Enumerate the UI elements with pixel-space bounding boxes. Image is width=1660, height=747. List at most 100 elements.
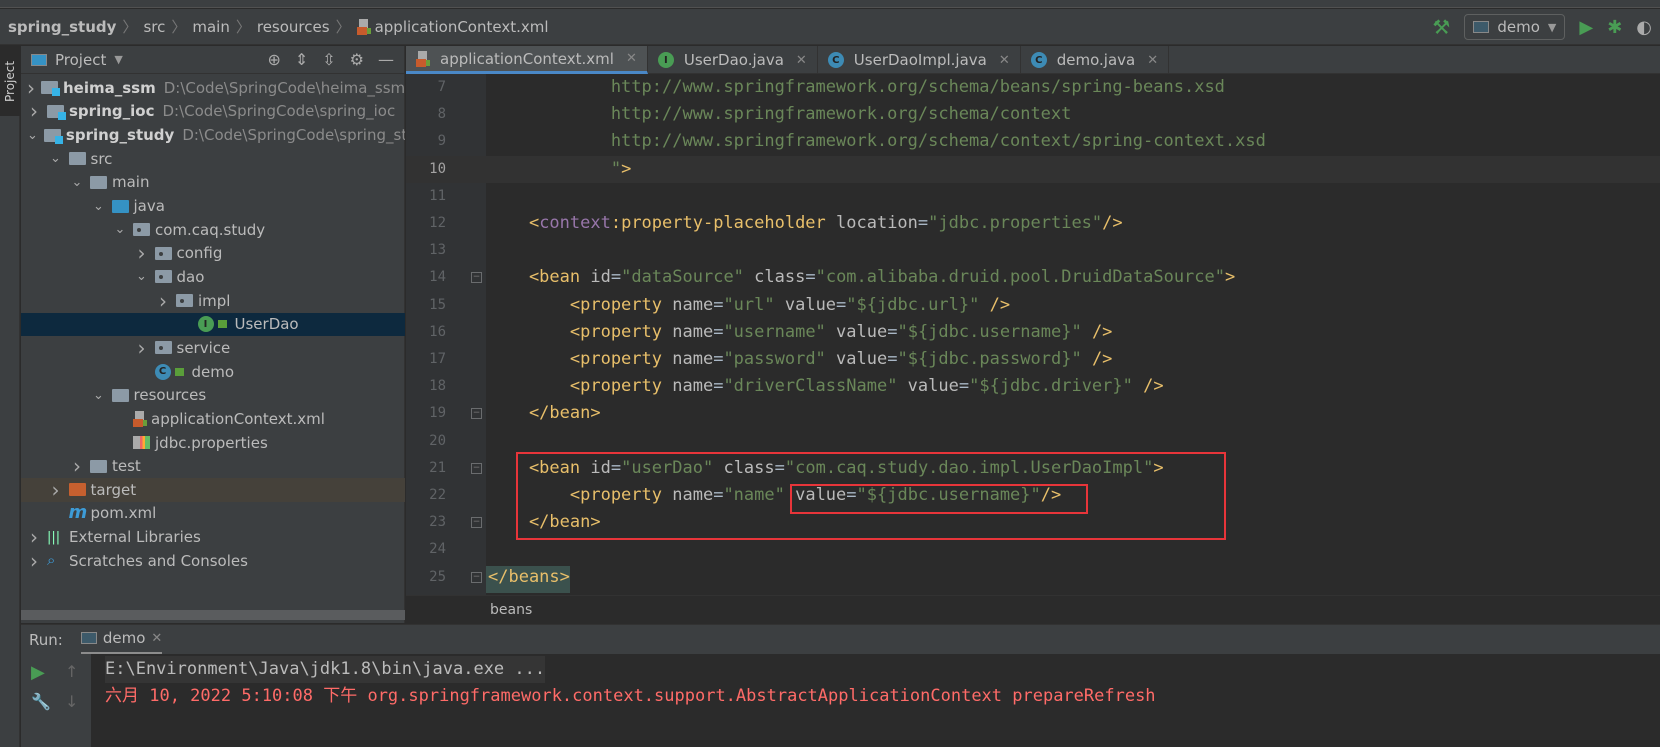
project-tool-tab[interactable]: Project: [0, 46, 20, 116]
tree-item[interactable]: › heima_ssm D:\Code\SpringCode\heima_ssm: [21, 76, 405, 100]
tree-item-label: demo: [191, 362, 235, 381]
fold-marker-icon[interactable]: −: [471, 571, 482, 583]
tree-item[interactable]: › test: [21, 454, 405, 478]
close-icon[interactable]: ✕: [796, 53, 807, 68]
scroll-up-icon[interactable]: ↑: [65, 662, 78, 681]
code-line: <property name="password" value="${jdbc.…: [488, 346, 1113, 373]
tree-item[interactable]: › ||| External Libraries: [21, 525, 405, 549]
locate-file-icon[interactable]: ⊕: [267, 50, 280, 69]
maven-icon: m: [68, 501, 88, 523]
chevron-right-icon[interactable]: ›: [135, 336, 149, 360]
code-token: </beans>: [488, 566, 570, 587]
breadcrumb-file[interactable]: applicationContext.xml: [375, 18, 549, 36]
editor-tab[interactable]: applicationContext.xml ✕: [406, 46, 648, 74]
debug-bug-icon[interactable]: ✱: [1607, 17, 1622, 38]
breadcrumb-beans[interactable]: beans: [490, 602, 532, 618]
coverage-icon[interactable]: ◐: [1636, 17, 1652, 38]
tree-item[interactable]: Cdemo: [21, 360, 405, 384]
tree-item[interactable]: applicationContext.xml: [21, 407, 405, 431]
breadcrumb-src[interactable]: src: [143, 18, 165, 36]
line-number: 14: [429, 269, 446, 286]
folder-icon: [154, 341, 172, 355]
line-number: 11: [429, 187, 446, 204]
rerun-icon[interactable]: ▶: [31, 662, 45, 683]
chevron-down-icon[interactable]: ⌄: [70, 175, 84, 190]
chevron-down-icon[interactable]: ⌄: [92, 388, 106, 403]
tree-item[interactable]: ⌄ com.caq.study: [21, 218, 405, 242]
console-output[interactable]: E:\Environment\Java\jdk1.8\bin\java.exe …: [91, 654, 1660, 747]
tree-item[interactable]: ⌄ java: [21, 194, 405, 218]
tree-item[interactable]: › service: [21, 336, 405, 360]
tree-item[interactable]: ⌄ resources: [21, 383, 405, 407]
project-view-icon: [31, 53, 47, 66]
run-configuration-select[interactable]: demo ▼: [1464, 14, 1566, 40]
code-token: value: [907, 376, 959, 397]
fold-marker-icon[interactable]: −: [471, 517, 482, 529]
tree-item[interactable]: ⌄ spring_study D:\Code\SpringCode\spring_s…: [21, 123, 405, 147]
tree-item-label: resources: [133, 386, 207, 405]
chevron-down-icon[interactable]: ▼: [114, 53, 122, 66]
tree-item[interactable]: jdbc.properties: [21, 431, 405, 455]
breadcrumb-project[interactable]: spring_study: [8, 18, 116, 36]
tab-label: UserDao.java: [683, 51, 784, 69]
run-tab-demo[interactable]: demo ✕: [80, 625, 163, 655]
breadcrumb-main[interactable]: main: [192, 18, 229, 36]
chevron-right-icon[interactable]: ›: [49, 478, 63, 502]
tree-item-label: service: [176, 338, 231, 357]
chevron-down-icon[interactable]: ⌄: [92, 199, 106, 214]
fold-marker-icon[interactable]: −: [471, 272, 482, 284]
project-view-select[interactable]: Project: [55, 51, 106, 69]
chevron-right-icon[interactable]: ›: [135, 242, 149, 266]
close-icon[interactable]: ✕: [1147, 53, 1158, 68]
expand-all-icon[interactable]: ⇕: [295, 50, 308, 69]
tree-item-label: com.caq.study: [155, 220, 266, 239]
chevron-right-icon[interactable]: ›: [27, 525, 41, 549]
tree-item[interactable]: › config: [21, 242, 405, 266]
horizontal-scrollbar[interactable]: [21, 610, 405, 620]
editor-tab[interactable]: I UserDao.java ✕: [648, 46, 818, 74]
code-line: <property name="url" value="${jdbc.url}"…: [488, 292, 1010, 319]
breadcrumb-resources[interactable]: resources: [257, 18, 330, 36]
code-token: =: [713, 376, 724, 397]
close-icon[interactable]: ✕: [999, 53, 1010, 68]
tree-item[interactable]: m pom.xml: [21, 502, 405, 526]
line-number: 19: [429, 405, 446, 422]
collapse-all-icon[interactable]: ⇳: [322, 50, 335, 69]
gear-icon[interactable]: ⚙: [350, 50, 364, 69]
build-hammer-icon[interactable]: ⚒: [1432, 15, 1450, 39]
tree-item[interactable]: › impl: [21, 289, 405, 313]
chevron-right-icon[interactable]: ›: [27, 549, 41, 573]
chevron-down-icon[interactable]: ⌄: [113, 222, 127, 237]
fold-marker-icon[interactable]: −: [471, 462, 482, 474]
chevron-right-icon[interactable]: ›: [27, 76, 35, 100]
tree-item-label: impl: [198, 291, 231, 310]
fold-marker-icon[interactable]: −: [471, 408, 482, 420]
wrench-icon[interactable]: 🔧: [31, 692, 51, 711]
chevron-down-icon[interactable]: ⌄: [135, 269, 149, 284]
tree-item[interactable]: › target: [21, 478, 405, 502]
scroll-down-icon[interactable]: ↓: [65, 692, 78, 711]
tree-item[interactable]: › spring_ioc D:\Code\SpringCode\spring_ioc: [21, 100, 405, 124]
line-number: 23: [429, 514, 446, 531]
tree-item-label: spring_study: [65, 126, 175, 145]
chevron-right-icon[interactable]: ›: [27, 100, 41, 124]
chevron-right-icon[interactable]: ›: [70, 454, 84, 478]
tree-item[interactable]: I UserDao: [21, 312, 405, 337]
tree-item[interactable]: ⌄ src: [21, 147, 405, 171]
run-icon[interactable]: ▶: [1579, 17, 1593, 38]
close-icon[interactable]: ✕: [626, 51, 637, 66]
editor-tab[interactable]: Cdemo.java ✕: [1021, 46, 1170, 74]
interface-icon: I: [657, 52, 674, 68]
run-label: Run:: [29, 630, 63, 649]
tree-item[interactable]: ⌄ dao: [21, 265, 405, 289]
xml-file-icon: [356, 18, 371, 35]
tree-item-path: D:\Code\SpringCode\spring_study: [182, 126, 405, 145]
close-icon[interactable]: ✕: [151, 631, 162, 646]
chevron-down-icon[interactable]: ⌄: [49, 151, 63, 166]
hide-panel-icon[interactable]: —: [378, 50, 394, 69]
tree-item[interactable]: ⌄ main: [21, 171, 405, 195]
chevron-down-icon[interactable]: ⌄: [27, 128, 38, 143]
editor-tab[interactable]: C UserDaoImpl.java ✕: [818, 46, 1021, 74]
tree-item[interactable]: › ⌕ Scratches and Consoles: [21, 549, 405, 573]
chevron-right-icon[interactable]: ›: [156, 289, 170, 313]
